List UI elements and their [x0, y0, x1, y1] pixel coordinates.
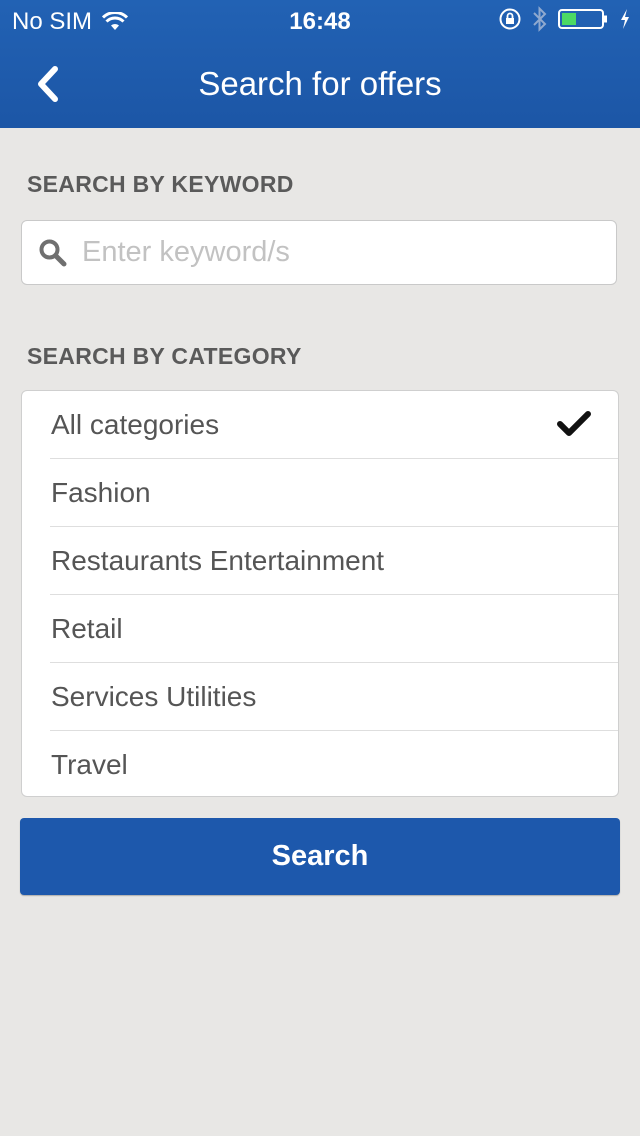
- status-icons: [498, 6, 630, 32]
- checkmark-icon: [557, 411, 591, 436]
- category-label: Retail: [51, 613, 123, 644]
- keyword-section-label: SEARCH BY KEYWORD: [27, 171, 294, 197]
- orientation-lock-icon: [499, 8, 521, 30]
- header: No SIM 16:48 Search for offers: [0, 0, 640, 128]
- search-icon: [38, 238, 68, 273]
- category-item-services-utilities[interactable]: Services Utilities: [50, 663, 618, 731]
- category-list: All categories Fashion Restaurants Enter…: [21, 390, 619, 797]
- keyword-search-box[interactable]: [21, 220, 617, 285]
- category-item-retail[interactable]: Retail: [50, 595, 618, 663]
- page-title: Search for offers: [198, 65, 442, 102]
- keyword-input[interactable]: [82, 221, 602, 284]
- category-item-fashion[interactable]: Fashion: [50, 459, 618, 527]
- charging-icon: [621, 9, 629, 29]
- category-label: Services Utilities: [51, 681, 257, 712]
- category-item-all-categories[interactable]: All categories: [50, 391, 618, 459]
- category-label: Restaurants Entertainment: [51, 545, 385, 576]
- nav-bar: Search for offers: [0, 40, 640, 128]
- category-label: Travel: [51, 749, 128, 780]
- battery-icon: [558, 9, 607, 29]
- category-label: Fashion: [51, 477, 151, 508]
- bluetooth-icon: [533, 6, 547, 32]
- category-label: All categories: [51, 409, 220, 440]
- search-button[interactable]: Search: [20, 818, 620, 895]
- category-section-label: SEARCH BY CATEGORY: [27, 343, 302, 369]
- status-bar: No SIM 16:48: [0, 0, 640, 40]
- category-item-travel[interactable]: Travel: [50, 731, 618, 796]
- category-item-restaurants-entertainment[interactable]: Restaurants Entertainment: [50, 527, 618, 595]
